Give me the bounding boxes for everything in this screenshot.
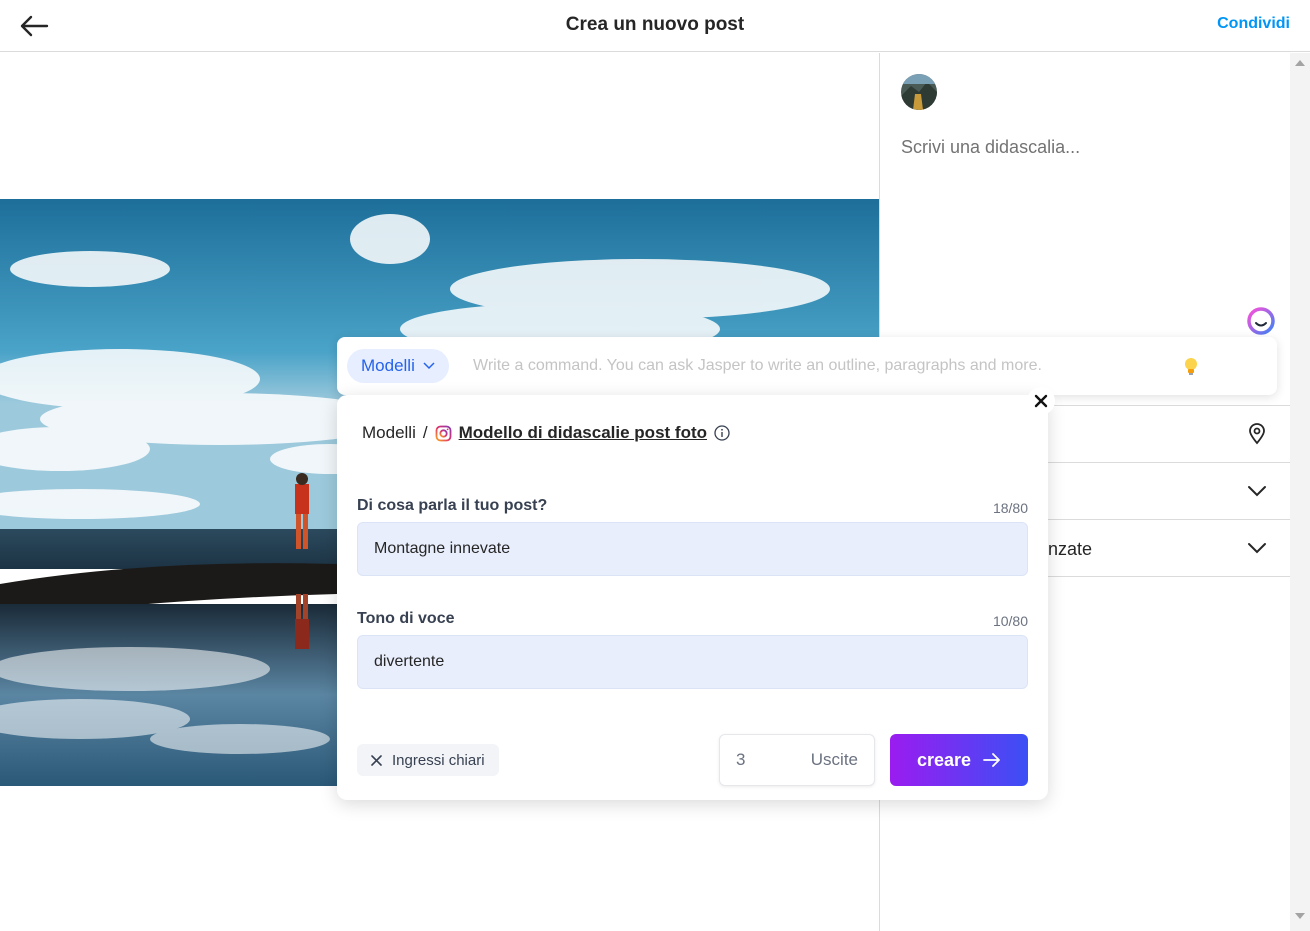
breadcrumb: Modelli / Modello di didascalie post fot… bbox=[362, 423, 730, 443]
topic-label: Di cosa parla il tuo post? bbox=[357, 497, 548, 514]
arrow-right-icon bbox=[983, 753, 1000, 767]
models-dropdown[interactable]: Modelli bbox=[347, 349, 449, 383]
info-icon[interactable] bbox=[714, 425, 730, 441]
clear-inputs-label: Ingressi chiari bbox=[392, 751, 485, 769]
close-icon bbox=[371, 754, 382, 766]
template-name[interactable]: Modello di didascalie post foto bbox=[459, 423, 707, 443]
breadcrumb-separator: / bbox=[422, 423, 428, 442]
topic-input[interactable] bbox=[357, 522, 1028, 576]
lightbulb-icon[interactable] bbox=[1180, 355, 1202, 377]
location-pin-icon bbox=[1246, 423, 1268, 445]
outputs-label: Uscite bbox=[810, 750, 858, 769]
jasper-command-bar: Modelli bbox=[337, 337, 1277, 395]
models-label: Modelli bbox=[361, 356, 415, 375]
tone-label: Tono di voce bbox=[357, 610, 455, 627]
row-label: nzate bbox=[1048, 539, 1093, 559]
share-button[interactable]: Condividi bbox=[1217, 15, 1290, 33]
tone-char-count: 10/80 bbox=[992, 613, 1028, 629]
avatar bbox=[901, 74, 937, 110]
close-button[interactable] bbox=[1027, 387, 1055, 415]
chevron-down-icon bbox=[1246, 480, 1268, 502]
clear-inputs-button[interactable]: Ingressi chiari bbox=[357, 744, 499, 776]
breadcrumb-root[interactable]: Modelli bbox=[362, 423, 416, 443]
scroll-down-arrow-icon[interactable] bbox=[1295, 913, 1305, 919]
jasper-logo-icon[interactable] bbox=[1245, 305, 1277, 337]
topic-char-count: 18/80 bbox=[992, 500, 1028, 516]
outputs-count-input[interactable]: 3 Uscite bbox=[719, 734, 875, 786]
chevron-down-icon bbox=[423, 362, 435, 370]
command-input[interactable] bbox=[473, 349, 1163, 383]
top-bar: Crea un nuovo post Condividi bbox=[0, 0, 1310, 52]
instagram-icon bbox=[435, 425, 451, 441]
tone-input[interactable] bbox=[357, 635, 1028, 689]
scroll-up-arrow-icon[interactable] bbox=[1295, 60, 1305, 66]
page-title: Crea un nuovo post bbox=[565, 14, 745, 35]
close-icon bbox=[1034, 394, 1048, 408]
caption-field[interactable]: Scrivi una didascalia... bbox=[901, 137, 1080, 158]
scrollbar[interactable] bbox=[1290, 53, 1310, 931]
chevron-down-icon bbox=[1246, 537, 1268, 559]
outputs-value: 3 bbox=[736, 750, 746, 769]
create-label: creare bbox=[916, 749, 972, 770]
create-button[interactable]: creare bbox=[890, 734, 1028, 786]
template-panel: Modelli / Modello di didascalie post fot… bbox=[337, 387, 1055, 800]
